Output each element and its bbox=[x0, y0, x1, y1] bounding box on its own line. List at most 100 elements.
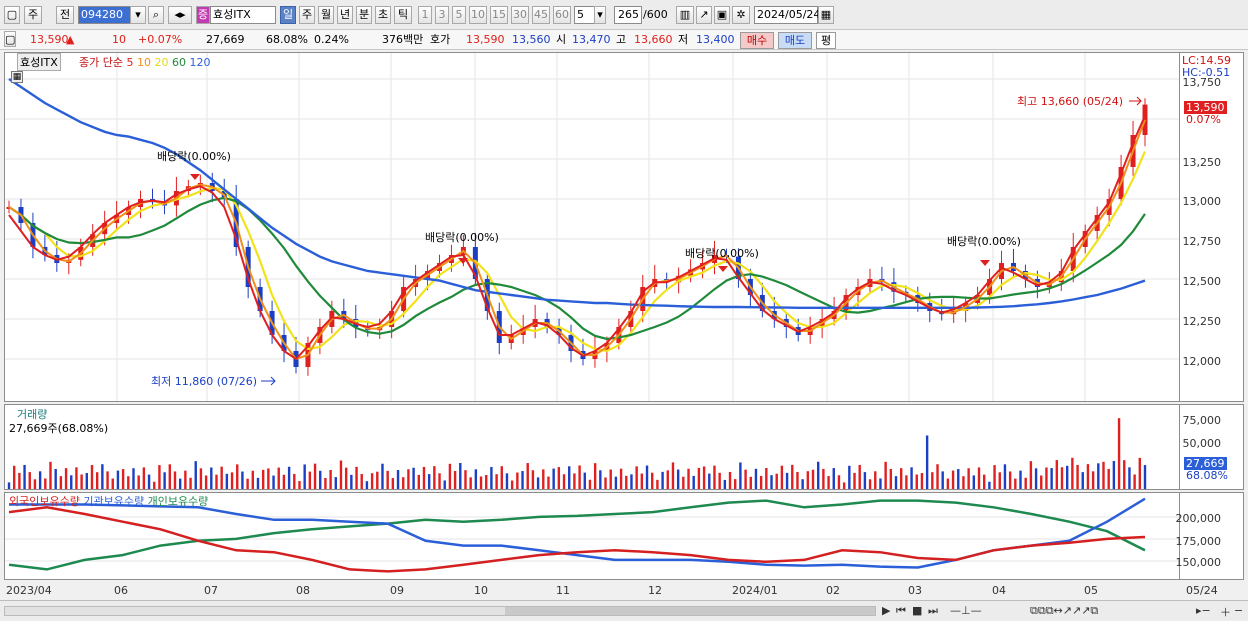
volume-axis[interactable]: 75,000 50,000 27,669 68.08% bbox=[1180, 404, 1244, 490]
horizontal-scrollbar[interactable] bbox=[4, 606, 876, 616]
layout-icon[interactable]: ▢ bbox=[4, 6, 20, 24]
volume-bar bbox=[267, 468, 270, 489]
volume-bar bbox=[920, 473, 924, 489]
volume-bar bbox=[272, 475, 275, 489]
tool-icons[interactable]: ⧉⧉⧉↔↗↗↗⧉ bbox=[1030, 604, 1098, 618]
volume-pane[interactable]: 거래량 27,669주(68.08%) bbox=[4, 404, 1180, 490]
dividend-marker-icon bbox=[190, 174, 200, 180]
scroll-right-icon[interactable]: ▶ bbox=[882, 604, 890, 617]
volume-bar bbox=[246, 478, 249, 489]
volume-ratio: 68.08% bbox=[266, 33, 308, 46]
volume-bar bbox=[822, 468, 825, 489]
volume-bar bbox=[1117, 418, 1121, 489]
individual-legend: 개인보유수량 bbox=[147, 495, 209, 508]
volume-bar bbox=[490, 467, 493, 489]
dividend-annotation-3: 배당락(0.00%) bbox=[685, 247, 759, 260]
price-pane[interactable]: 효성ITX 종가 단순 5 10 20 60 120 ▦ 최고 13,660 (… bbox=[4, 52, 1180, 402]
holdings-axis[interactable]: 200,000 175,000 150,000 bbox=[1176, 492, 1244, 580]
price-chart bbox=[5, 53, 1179, 401]
stop-icon[interactable]: ■ bbox=[912, 604, 922, 617]
volume-bar bbox=[194, 461, 197, 489]
volume-bar bbox=[791, 464, 794, 489]
price-axis[interactable]: LC:14.59 HC:-0.51 13,750 13,590 0.07% 13… bbox=[1180, 52, 1244, 402]
minimize-icon[interactable]: ▢ bbox=[4, 31, 16, 47]
volume-bar bbox=[391, 478, 395, 489]
xlabel-12: 12 bbox=[648, 584, 662, 597]
zoom-in-icon[interactable]: ＋ bbox=[1220, 604, 1231, 620]
multiplier-15[interactable]: 15 bbox=[490, 6, 508, 24]
rewind-icon[interactable]: ⏮ bbox=[896, 604, 906, 618]
even-button[interactable]: 평 bbox=[816, 32, 836, 49]
bid-price: 13,560 bbox=[512, 33, 551, 46]
gear-icon[interactable]: ✲ bbox=[732, 6, 750, 24]
volume-bar bbox=[453, 470, 457, 489]
holdings-pane[interactable]: 외국인보유수량 기관보유수량 개인보유수량 bbox=[4, 492, 1180, 580]
prev-button[interactable]: 전 bbox=[56, 6, 74, 24]
xlabel-08: 08 bbox=[296, 584, 310, 597]
xlabel-2023-04: 2023/04 bbox=[6, 584, 52, 597]
zoom-minus-icon[interactable]: − bbox=[1234, 604, 1243, 617]
volume-bar bbox=[728, 471, 732, 489]
forward-icon[interactable]: ⏭ bbox=[928, 604, 938, 618]
volume-bar bbox=[656, 479, 659, 489]
zoom-out-icon[interactable]: ▸− bbox=[1196, 604, 1211, 617]
volume-bar bbox=[666, 470, 669, 489]
calendar-icon[interactable]: ▦ bbox=[818, 6, 834, 24]
multiplier-5[interactable]: 5 bbox=[452, 6, 466, 24]
save-icon[interactable]: ▣ bbox=[714, 6, 730, 24]
volume-bar bbox=[1024, 477, 1027, 489]
period-minute[interactable]: 분 bbox=[356, 6, 372, 24]
scroll-thumb[interactable] bbox=[505, 607, 875, 615]
mode-button[interactable]: 주 bbox=[24, 6, 42, 24]
volume-bar bbox=[111, 478, 114, 489]
count-input[interactable]: 265 bbox=[614, 6, 642, 24]
volume-bar bbox=[837, 475, 841, 489]
volume-bar bbox=[474, 469, 478, 489]
multiplier-10[interactable]: 10 bbox=[469, 6, 487, 24]
ma5-label: 5 bbox=[126, 56, 134, 69]
toolbar: ▢ 주 전 094280 ▾ ⌕ ◂▸ 증 효성ITX 일 주 월 년 분 초 … bbox=[0, 0, 1248, 30]
table-icon[interactable]: ▦ bbox=[11, 71, 23, 83]
volume-bar bbox=[168, 464, 172, 489]
speaker-icon[interactable]: ◂▸ bbox=[168, 6, 192, 24]
volume-bar bbox=[360, 474, 363, 489]
volume-bar bbox=[1008, 471, 1012, 489]
volume-bar bbox=[521, 471, 524, 489]
volume-bar bbox=[132, 468, 135, 489]
period-day[interactable]: 일 bbox=[280, 6, 296, 24]
volume-bar bbox=[562, 474, 566, 489]
sell-button[interactable]: 매도 bbox=[778, 32, 812, 49]
ma20-label: 20 bbox=[154, 56, 169, 69]
volume-bar bbox=[23, 464, 26, 489]
volume-bar bbox=[459, 462, 462, 489]
multiplier-1[interactable]: 1 bbox=[418, 6, 432, 24]
period-second[interactable]: 초 bbox=[375, 6, 391, 24]
volume-bar bbox=[422, 466, 426, 489]
volume-bar bbox=[44, 478, 47, 489]
quote-bar: ▢ 13,590 ▲ 10 +0.07% 27,669 68.08% 0.24%… bbox=[0, 30, 1248, 50]
search-icon[interactable]: ⌕ bbox=[148, 6, 164, 24]
volume-bar bbox=[785, 472, 789, 489]
multiplier-3[interactable]: 3 bbox=[435, 6, 449, 24]
volume-bar bbox=[116, 470, 120, 489]
candle-icon[interactable]: ▥ bbox=[676, 6, 694, 24]
dropdown-icon[interactable]: ▾ bbox=[130, 6, 146, 24]
xlabel-05-24: 05/24 bbox=[1186, 584, 1218, 597]
ma20-line bbox=[8, 150, 1147, 353]
zoom-slider-icon[interactable]: —⊥— bbox=[950, 604, 982, 617]
multiplier-60[interactable]: 60 bbox=[553, 6, 571, 24]
volume-bar bbox=[178, 478, 182, 489]
volume-bar bbox=[101, 464, 104, 489]
date-input[interactable]: 2024/05/24 bbox=[754, 6, 820, 24]
period-month[interactable]: 월 bbox=[318, 6, 334, 24]
period-week[interactable]: 주 bbox=[299, 6, 315, 24]
period-tick[interactable]: 틱 bbox=[394, 6, 412, 24]
interval-dropdown-icon[interactable]: ▾ bbox=[594, 6, 606, 24]
multiplier-45[interactable]: 45 bbox=[532, 6, 550, 24]
multiplier-30[interactable]: 30 bbox=[511, 6, 529, 24]
period-year[interactable]: 년 bbox=[337, 6, 353, 24]
volume-bar bbox=[868, 479, 872, 489]
volume-bar bbox=[573, 473, 576, 489]
buy-button[interactable]: 매수 bbox=[740, 32, 774, 49]
draw-icon[interactable]: ↗ bbox=[696, 6, 712, 24]
